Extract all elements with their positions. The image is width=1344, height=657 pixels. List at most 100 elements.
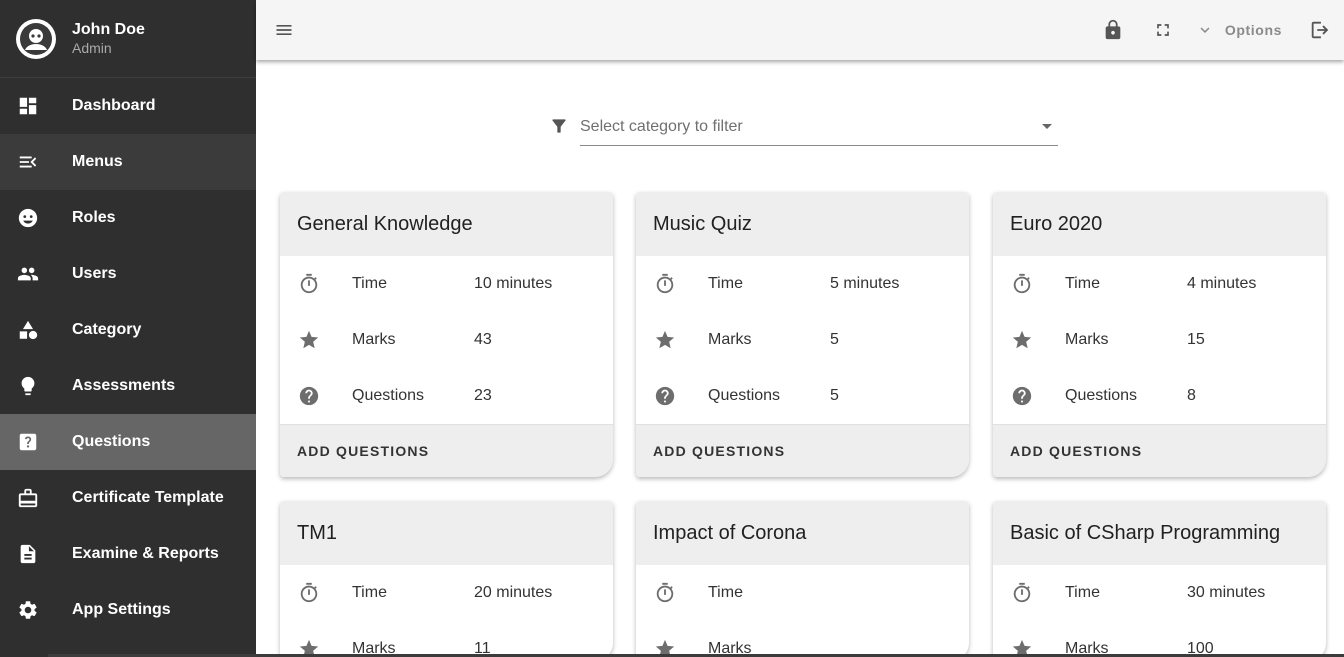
options-label: Options <box>1224 22 1282 38</box>
questions-row: Questions 23 <box>280 368 613 424</box>
sidebar-item-examine-reports[interactable]: Examine & Reports <box>0 526 256 582</box>
category-filter: Select category to filter <box>549 116 1058 146</box>
quiz-card: Basic of CSharp Programming Time 30 minu… <box>993 501 1326 657</box>
dropdown-caret-icon <box>1042 124 1052 129</box>
time-label: Time <box>708 275 743 292</box>
top-app-bar: Options <box>256 0 1344 60</box>
help-circle-icon <box>1011 385 1033 407</box>
questions-row: Questions 8 <box>993 368 1326 424</box>
options-dropdown[interactable]: Options <box>1193 18 1282 42</box>
sidebar: John Doe Admin Dashboard Menus Roles Use… <box>0 0 256 657</box>
sidebar-item-dashboard[interactable]: Dashboard <box>0 78 256 134</box>
timer-icon <box>298 273 320 295</box>
chevron-down-icon <box>1193 18 1217 42</box>
sidebar-item-label: Category <box>72 321 142 338</box>
timer-icon <box>1011 582 1033 604</box>
menu-open-icon <box>17 151 39 173</box>
marks-row: Marks 100 <box>993 621 1326 657</box>
sidebar-item-label: Users <box>72 265 117 282</box>
timer-icon <box>654 273 676 295</box>
sidebar-item-category[interactable]: Category <box>0 302 256 358</box>
marks-label: Marks <box>1065 331 1109 348</box>
help-circle-icon <box>654 385 676 407</box>
questions-row: Questions 5 <box>636 368 969 424</box>
document-icon <box>17 543 39 565</box>
marks-row: Marks 15 <box>993 312 1326 368</box>
time-row: Time 10 minutes <box>280 256 613 312</box>
add-questions-label: ADD QUESTIONS <box>297 443 430 459</box>
quiz-title: Music Quiz <box>653 212 752 235</box>
marks-row: Marks <box>636 621 969 657</box>
time-row: Time <box>636 565 969 621</box>
time-label: Time <box>352 584 387 601</box>
sidebar-item-label: Roles <box>72 209 116 226</box>
questions-value: 8 <box>1187 387 1196 404</box>
marks-label: Marks <box>352 331 396 348</box>
questions-label: Questions <box>708 387 781 404</box>
time-value: 5 minutes <box>830 275 900 292</box>
lock-icon[interactable] <box>1101 18 1125 42</box>
avatar[interactable] <box>16 18 56 59</box>
fullscreen-icon[interactable] <box>1151 18 1175 42</box>
quiz-title: General Knowledge <box>297 212 473 235</box>
time-row: Time 4 minutes <box>993 256 1326 312</box>
quiz-card: TM1 Time 20 minutes Marks 11 <box>280 501 613 657</box>
gear-icon <box>17 599 39 621</box>
questions-value: 5 <box>830 387 839 404</box>
sidebar-item-assessments[interactable]: Assessments <box>0 358 256 414</box>
help-circle-icon <box>298 385 320 407</box>
quiz-title: Euro 2020 <box>1010 212 1103 235</box>
sidebar-item-label: Questions <box>72 433 151 450</box>
marks-label: Marks <box>708 331 752 348</box>
timer-icon <box>1011 273 1033 295</box>
sidebar-item-app-settings[interactable]: App Settings <box>0 582 256 638</box>
time-value: 30 minutes <box>1187 584 1266 601</box>
dashboard-icon <box>17 95 39 117</box>
quiz-title: Impact of Corona <box>653 521 807 544</box>
filter-icon <box>549 116 569 141</box>
time-value: 4 minutes <box>1187 275 1257 292</box>
question-box-icon <box>17 431 39 453</box>
sidebar-item-roles[interactable]: Roles <box>0 190 256 246</box>
sidebar-item-users[interactable]: Users <box>0 246 256 302</box>
marks-value: 5 <box>830 331 839 348</box>
sidebar-item-certificate-template[interactable]: Certificate Template <box>0 470 256 526</box>
time-label: Time <box>1065 584 1100 601</box>
sidebar-item-menus[interactable]: Menus <box>0 134 256 190</box>
sidebar-item-questions[interactable]: Questions <box>0 414 256 470</box>
timer-icon <box>298 582 320 604</box>
people-icon <box>17 263 39 285</box>
sidebar-item-label: Menus <box>72 153 123 170</box>
category-select-placeholder: Select category to filter <box>580 118 743 135</box>
time-label: Time <box>1065 275 1100 292</box>
certificate-icon <box>17 487 39 509</box>
user-profile: John Doe Admin <box>0 0 256 78</box>
sidebar-item-label: Dashboard <box>72 97 156 114</box>
quiz-card: General Knowledge Time 10 minutes Marks … <box>280 192 613 477</box>
hamburger-menu-icon[interactable] <box>274 20 294 40</box>
logout-icon[interactable] <box>1308 18 1332 42</box>
sidebar-item-label: Certificate Template <box>72 489 224 506</box>
avatar-icon <box>20 22 52 55</box>
category-select[interactable]: Select category to filter <box>580 114 1058 146</box>
marks-row: Marks 5 <box>636 312 969 368</box>
marks-value: 15 <box>1187 331 1205 348</box>
questions-value: 23 <box>474 387 492 404</box>
time-label: Time <box>352 275 387 292</box>
add-questions-label: ADD QUESTIONS <box>1010 443 1143 459</box>
lightbulb-icon <box>17 375 39 397</box>
star-icon <box>1011 329 1033 351</box>
time-label: Time <box>708 584 743 601</box>
add-questions-button[interactable]: ADD QUESTIONS <box>280 424 613 477</box>
quiz-card: Euro 2020 Time 4 minutes Marks 15 Questi… <box>993 192 1326 477</box>
time-row: Time 20 minutes <box>280 565 613 621</box>
sidebar-item-label: Assessments <box>72 377 176 394</box>
add-questions-button[interactable]: ADD QUESTIONS <box>993 424 1326 477</box>
add-questions-button[interactable]: ADD QUESTIONS <box>636 424 969 477</box>
sidebar-item-label: Examine & Reports <box>72 545 219 562</box>
time-row: Time 30 minutes <box>993 565 1326 621</box>
quiz-card: Impact of Corona Time Marks <box>636 501 969 657</box>
shapes-icon <box>17 319 39 341</box>
add-questions-label: ADD QUESTIONS <box>653 443 786 459</box>
quiz-card: Music Quiz Time 5 minutes Marks 5 Questi… <box>636 192 969 477</box>
